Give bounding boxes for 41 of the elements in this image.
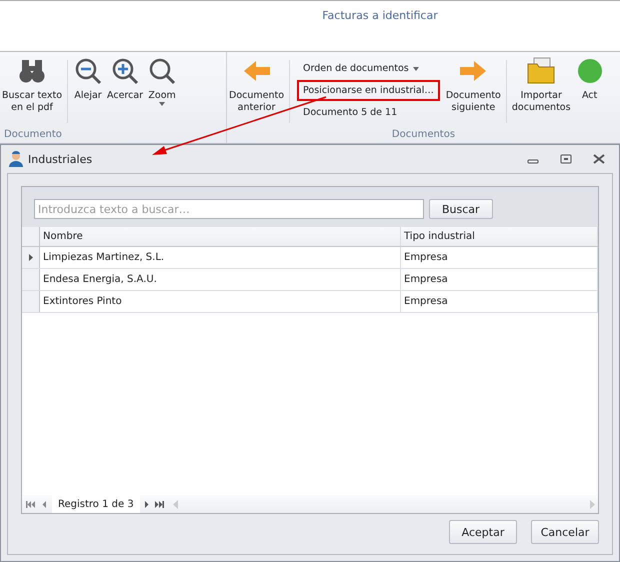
cancel-button[interactable]: Cancelar xyxy=(531,520,599,544)
ribbon-button[interactable]: Act xyxy=(572,56,607,129)
ribbon-item[interactable]: Orden de documentos xyxy=(297,58,440,79)
zoom-in-icon xyxy=(110,56,140,86)
row-indicator[interactable] xyxy=(22,247,40,268)
search-button[interactable]: Buscar xyxy=(429,199,493,219)
maximize-icon[interactable] xyxy=(560,154,572,164)
ribbon-button[interactable]: Importar documentos xyxy=(510,56,573,129)
table-cell: Extintores Pinto xyxy=(40,291,401,312)
caret-icon xyxy=(159,102,166,106)
column-header[interactable]: Tipo industrial xyxy=(401,227,598,246)
table-cell: Limpiezas Martinez, S.L. xyxy=(40,247,401,268)
window-title: Facturas a identificar xyxy=(322,9,438,24)
magnifier-icon xyxy=(147,56,178,86)
close-icon[interactable] xyxy=(593,154,605,164)
table-cell: Empresa xyxy=(401,247,598,268)
table-cell: Empresa xyxy=(401,291,598,312)
last-record-icon[interactable] xyxy=(154,500,164,508)
dialog-title: Industriales xyxy=(28,152,94,166)
table-cell: Endesa Energia, S.A.U. xyxy=(40,269,401,290)
first-record-icon[interactable] xyxy=(26,500,36,508)
zoom-out-icon xyxy=(73,56,104,86)
column-header[interactable]: Nombre xyxy=(40,227,401,246)
folder-icon xyxy=(526,56,556,86)
ribbon-item[interactable]: Posicionarse en industrial… xyxy=(297,80,440,101)
group-label: Documento xyxy=(3,129,63,142)
user-icon xyxy=(9,151,23,167)
ribbon-button[interactable]: Alejar xyxy=(71,56,106,129)
ribbon-button[interactable]: Documento siguiente xyxy=(444,56,503,129)
ribbon-item[interactable]: Documento 5 de 11 xyxy=(297,102,440,123)
ribbon-button[interactable]: Documento anterior xyxy=(227,56,286,129)
table-cell: Empresa xyxy=(401,269,598,290)
group-label: Documentos xyxy=(390,129,456,142)
accept-button[interactable]: Aceptar xyxy=(449,520,517,544)
caret-icon xyxy=(412,66,419,70)
ribbon-button[interactable]: Acercar xyxy=(105,56,146,129)
record-counter: Registro 1 de 3 xyxy=(52,495,140,513)
search-field[interactable]: Introduzca texto a buscar… xyxy=(34,199,424,219)
ribbon-button[interactable]: Zoom xyxy=(145,56,180,129)
ribbon-button[interactable]: Buscar texto en el pdf xyxy=(0,56,64,129)
row-pointer-icon xyxy=(28,254,32,261)
